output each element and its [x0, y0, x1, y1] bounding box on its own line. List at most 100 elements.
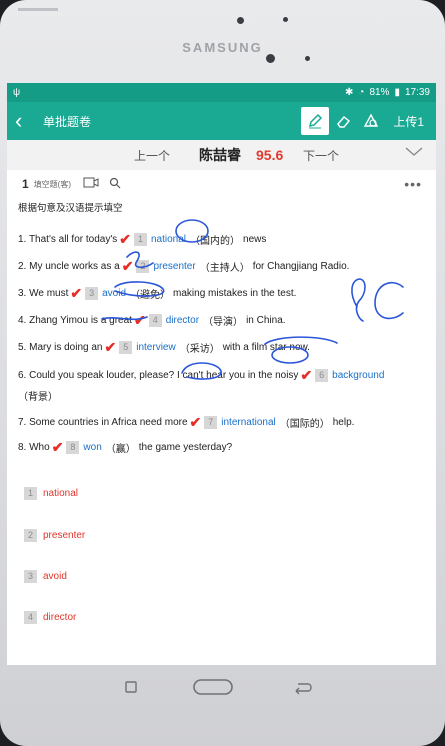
filled-answer[interactable]: background — [332, 370, 384, 381]
answer-number: 1 — [24, 487, 37, 500]
answer-text: presenter — [43, 530, 86, 541]
answer-text: avoid — [43, 571, 67, 582]
answer-text: director — [43, 612, 77, 623]
chinese-hint: （采访） — [179, 344, 220, 355]
question-item: 8. Who ✔ 8 won （赢） the game yesterday? — [18, 439, 232, 456]
app-title: 单批题卷 — [43, 114, 92, 129]
item-text: 3. We must — [18, 288, 69, 299]
item-text-end: help. — [332, 417, 355, 428]
item-text-end: making mistakes in the test. — [173, 288, 297, 299]
filled-answer[interactable]: interview — [136, 342, 175, 353]
ink-glyph-c — [374, 281, 404, 320]
check-mark-icon: ✔ — [300, 367, 313, 383]
chinese-hint: （国内的） — [190, 236, 241, 247]
battery-percent: 81% — [369, 87, 390, 98]
recent-apps-icon — [125, 681, 137, 693]
item-text: 2. My uncle works as a — [18, 261, 120, 272]
blank-number: 4 — [148, 314, 162, 327]
student-nav: 上一个 陈喆睿 95.6 下一个 — [7, 140, 436, 170]
check-mark-icon: ✔ — [70, 285, 83, 301]
answer-number: 3 — [24, 570, 37, 583]
next-student-button[interactable]: 下一个 — [303, 147, 339, 164]
chinese-hint: （避免） — [130, 290, 171, 301]
blank-number: 7 — [204, 416, 218, 429]
question-instruction: 根据句意及汉语提示填空 — [18, 203, 123, 214]
question-type: 填空题(客) — [33, 179, 72, 189]
answer-number: 2 — [24, 529, 37, 542]
student-name: 陈喆睿 — [199, 147, 241, 163]
filled-answer[interactable]: avoid — [102, 288, 126, 299]
student-answer-item[interactable]: 4 director — [24, 611, 76, 624]
item-text: 6. Could you speak louder, please? I can… — [18, 370, 299, 381]
filled-answer[interactable]: presenter — [153, 261, 195, 272]
student-answer-item[interactable]: 1 national — [24, 487, 78, 500]
chevron-down-icon[interactable] — [404, 145, 424, 162]
item-text-end: with a film star now. — [222, 342, 310, 353]
light-sensor — [305, 56, 310, 61]
chinese-hint: （赢） — [105, 444, 136, 455]
upload-button[interactable]: 上传1 — [393, 113, 424, 130]
question-number: 1 — [22, 177, 29, 191]
usb-icon: ψ — [13, 87, 21, 98]
bezel-edge — [18, 8, 58, 11]
back-arrow-icon[interactable]: ‹ — [15, 110, 37, 132]
student-score: 95.6 — [256, 147, 284, 163]
item-text: 7. Some countries in Africa need more — [18, 417, 188, 428]
check-mark-icon: ✔ — [189, 414, 202, 430]
front-sensor-2 — [283, 17, 288, 22]
search-icon[interactable] — [109, 177, 121, 192]
video-icon[interactable] — [83, 177, 99, 191]
check-mark-icon: ✔ — [133, 312, 146, 328]
item-text-end: news — [243, 234, 267, 245]
filled-answer[interactable]: director — [166, 315, 199, 326]
item-text-end: in China. — [246, 315, 286, 326]
device-brand: SAMSUNG — [182, 40, 263, 55]
item-text: 5. Mary is doing an — [18, 342, 103, 353]
question-item: 2. My uncle works as a ✔ 2 presenter （主持… — [18, 258, 349, 275]
student-answer-item[interactable]: 3 avoid — [24, 570, 67, 583]
status-bar: ψ ✱ ◔ 81% ▮ 17:39 — [7, 83, 436, 102]
chinese-hint: （导演） — [203, 317, 244, 328]
answer-number: 4 — [24, 611, 37, 624]
filled-answer[interactable]: international — [221, 417, 275, 428]
item-text-end: the game yesterday? — [138, 442, 233, 453]
blank-number: 2 — [136, 260, 150, 273]
answer-text: national — [43, 488, 79, 499]
home-button-icon — [193, 679, 233, 695]
student-answer-item[interactable]: 2 presenter — [24, 529, 85, 542]
question-item: 6. Could you speak louder, please? I can… — [18, 367, 388, 384]
blank-number: 6 — [315, 369, 329, 382]
item-text: 1. That's all for today's — [18, 234, 118, 245]
blank-number: 1 — [133, 233, 147, 246]
check-mark-icon: ✔ — [119, 231, 131, 247]
front-sensor — [237, 17, 244, 24]
hardware-keys — [125, 679, 312, 695]
shapes-icon[interactable] — [357, 107, 385, 135]
item-text: 8. Who — [18, 442, 50, 453]
bluetooth-icon: ✱ — [345, 87, 354, 98]
question-item: 5. Mary is doing an ✔ 5 interview （采访） w… — [18, 339, 310, 356]
blank-number: 3 — [85, 287, 99, 300]
question-header: 1 填空题(客) ••• — [7, 170, 436, 198]
prev-student-button[interactable]: 上一个 — [134, 147, 170, 164]
blank-number: 8 — [66, 441, 80, 454]
item-text: 4. Zhang Yimou is a great — [18, 315, 132, 326]
more-options-icon[interactable]: ••• — [404, 176, 422, 192]
pen-icon[interactable] — [301, 107, 330, 135]
eraser-icon[interactable] — [329, 107, 357, 135]
chinese-hint: （主持人） — [199, 263, 250, 274]
filled-answer[interactable]: won — [83, 442, 101, 453]
question-item: 7. Some countries in Africa need more ✔ … — [18, 414, 354, 431]
filled-answer[interactable]: national — [151, 234, 186, 245]
wifi-icon: ◔ — [358, 87, 365, 98]
app-bar: ‹ 单批题卷 上传1 — [7, 102, 436, 140]
battery-icon: ▮ — [394, 87, 400, 98]
clock: 17:39 — [404, 87, 430, 98]
back-key-icon — [295, 683, 312, 695]
check-mark-icon: ✔ — [104, 339, 117, 355]
check-mark-icon: ✔ — [51, 439, 64, 455]
question-item: 4. Zhang Yimou is a great ✔ 4 director （… — [18, 312, 286, 329]
chinese-hint: （背景） — [18, 392, 58, 403]
question-item: 1. That's all for today's ✔ 1 national （… — [18, 231, 266, 248]
item-text-end: for Changjiang Radio. — [252, 261, 350, 272]
